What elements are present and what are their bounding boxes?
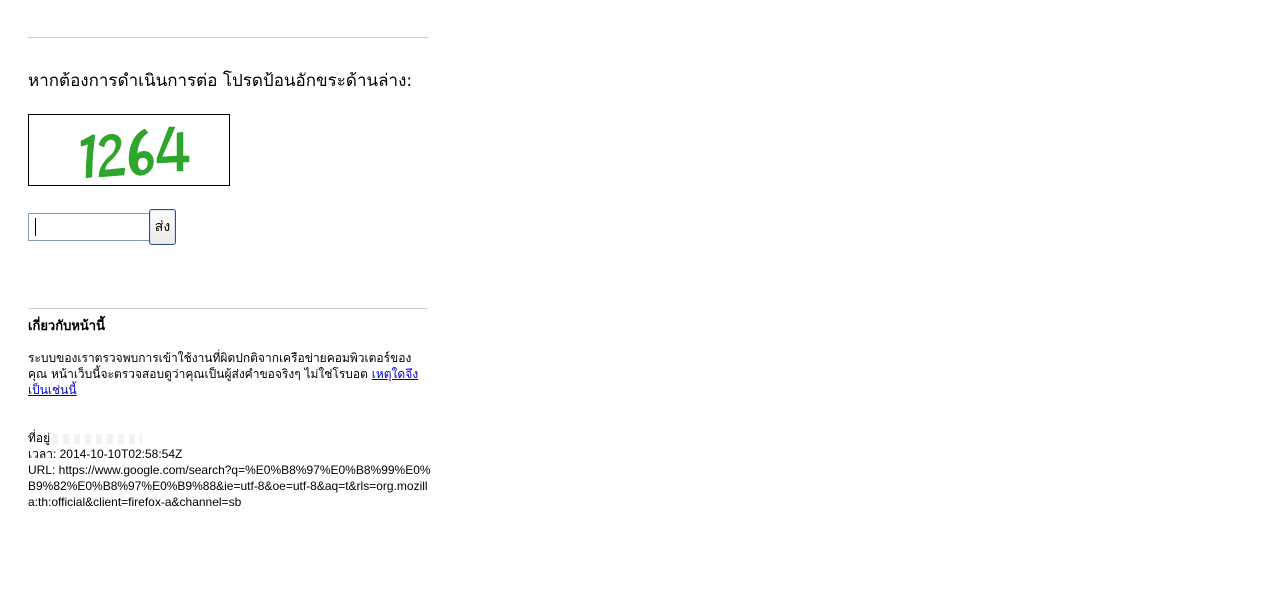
text-caret xyxy=(35,218,36,236)
captcha-glyph-6 xyxy=(128,128,154,176)
captcha-glyph-4 xyxy=(156,126,190,172)
url-line: URL: https://www.google.com/search?q=%E0… xyxy=(28,463,431,509)
captcha-glyph-2 xyxy=(98,134,126,178)
captcha-answer-input[interactable] xyxy=(28,213,150,241)
captcha-glyph-1 xyxy=(80,134,96,179)
captcha-image xyxy=(28,114,230,186)
about-heading: เกี่ยวกับหน้านี้ xyxy=(28,319,105,334)
top-divider xyxy=(28,37,428,38)
about-body-text: ระบบของเราตรวจพบการเข้าใช้งานที่ผิดปกติจ… xyxy=(28,351,412,381)
captcha-graphic xyxy=(80,126,190,179)
ip-address-label: ที่อยู่ xyxy=(28,431,51,445)
request-details: ที่อยู่ เวลา: 2014-10-10T02:58:54Z URL: … xyxy=(28,430,432,510)
submit-button[interactable]: ส่ง xyxy=(149,209,176,245)
captcha-prompt: หากต้องการดำเนินการต่อ โปรดป้อนอักขระด้า… xyxy=(28,71,413,91)
ip-address-line: ที่อยู่ xyxy=(28,430,432,446)
time-line: เวลา: 2014-10-10T02:58:54Z xyxy=(28,447,183,461)
captcha-page: หากต้องการดำเนินการต่อ โปรดป้อนอักขระด้า… xyxy=(0,0,1279,615)
section-divider xyxy=(28,308,428,309)
about-description: ระบบของเราตรวจพบการเข้าใช้งานที่ผิดปกติจ… xyxy=(28,350,428,398)
redacted-ip-address xyxy=(52,433,143,444)
